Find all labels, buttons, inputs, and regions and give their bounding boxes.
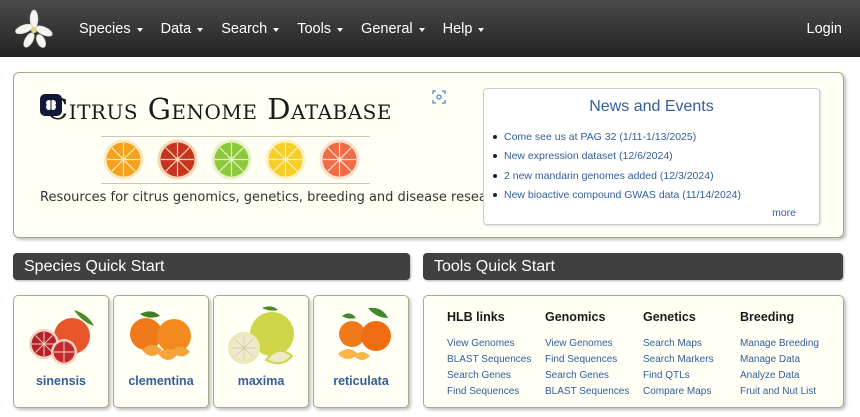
site-subtitle: Resources for citrus genomics, genetics,… <box>40 190 508 205</box>
tool-link[interactable]: Manage Data <box>740 351 819 367</box>
species-label: reticulata <box>333 374 389 388</box>
tool-link[interactable]: Search Genes <box>447 367 531 383</box>
citrus-fruit-row <box>103 139 360 180</box>
caret-down-icon <box>337 27 344 32</box>
clementine-image <box>122 304 200 370</box>
site-title: Citrus Genome Database <box>46 92 392 126</box>
tool-link[interactable]: View Genomes <box>447 335 531 351</box>
species-label: maxima <box>237 374 285 388</box>
tools-quick-start-header: Tools Quick Start <box>423 253 843 280</box>
news-item-text: 2 new mandarin genomes added (12/3/2024) <box>504 169 714 182</box>
caret-down-icon <box>197 27 204 32</box>
lemon-slice-icon <box>265 139 306 180</box>
nav-tools-label: Tools <box>297 20 332 37</box>
caret-down-icon <box>273 27 280 32</box>
tool-link[interactable]: Search Genes <box>545 367 629 383</box>
pomelo-image <box>222 304 300 370</box>
nav-tools[interactable]: Tools <box>288 0 352 57</box>
tool-link[interactable]: BLAST Sequences <box>447 351 531 367</box>
blood-orange-image <box>22 304 100 370</box>
tool-column-heading: Genomics <box>545 310 606 324</box>
news-item-text: New expression dataset (12/6/2024) <box>504 150 673 163</box>
lime-slice-icon <box>211 139 252 180</box>
news-more-link[interactable]: more <box>772 207 796 219</box>
tool-link[interactable]: Fruit and Nut List <box>740 383 819 399</box>
species-card-sinensis[interactable]: sinensis <box>13 295 109 408</box>
nav-search[interactable]: Search <box>212 0 288 57</box>
nav-menu: Species Data Search Tools General Help <box>70 0 493 57</box>
species-label: clementina <box>128 374 194 388</box>
mandarin-image <box>322 304 400 370</box>
nav-species[interactable]: Species <box>70 0 152 57</box>
tool-link[interactable]: Find Sequences <box>545 351 629 367</box>
nav-species-label: Species <box>79 20 131 37</box>
tool-link[interactable]: Analyze Data <box>740 367 819 383</box>
nav-help-label: Help <box>442 20 473 37</box>
news-list: Come see us at PAG 32 (1/11-1/13/2025) N… <box>493 127 741 205</box>
nav-data[interactable]: Data <box>152 0 213 57</box>
tool-column-genomics: Genomics View Genomes Find Sequences Sea… <box>545 306 629 399</box>
site-logo[interactable] <box>14 9 54 49</box>
species-quick-start-header: Species Quick Start <box>13 253 410 280</box>
news-item[interactable]: New expression dataset (12/6/2024) <box>493 147 741 167</box>
bullet-icon <box>493 193 497 198</box>
species-label: sinensis <box>35 374 87 388</box>
news-item[interactable]: New bioactive compound GWAS data (11/14/… <box>493 186 741 206</box>
news-title: News and Events <box>589 98 714 115</box>
orange-slice-icon <box>103 139 144 180</box>
bullet-icon <box>493 173 497 178</box>
caret-down-icon <box>418 27 425 32</box>
top-navbar: Species Data Search Tools General Help L… <box>0 0 860 57</box>
tool-link[interactable]: Manage Breeding <box>740 335 819 351</box>
tool-column-heading: Breeding <box>740 310 795 324</box>
tool-link[interactable]: Search Markers <box>643 351 714 367</box>
divider <box>101 136 370 137</box>
nav-general[interactable]: General <box>352 0 434 57</box>
news-item[interactable]: 2 new mandarin genomes added (12/3/2024) <box>493 166 741 186</box>
tool-link[interactable]: View Genomes <box>545 335 629 351</box>
nav-data-label: Data <box>160 20 192 37</box>
species-card-maxima[interactable]: maxima <box>213 295 309 408</box>
species-card-clementina[interactable]: clementina <box>113 295 209 408</box>
tool-column-breeding: Breeding Manage Breeding Manage Data Ana… <box>740 306 819 399</box>
tools-panel: HLB links View Genomes BLAST Sequences S… <box>423 295 844 408</box>
tool-column-heading: HLB links <box>447 310 505 324</box>
image-search-icon[interactable] <box>432 90 446 104</box>
bullet-icon <box>493 134 497 139</box>
login-link[interactable]: Login <box>807 0 842 57</box>
nav-search-label: Search <box>221 20 268 37</box>
grapefruit-slice-icon <box>319 139 360 180</box>
news-item[interactable]: Come see us at PAG 32 (1/11-1/13/2025) <box>493 127 741 147</box>
tool-column-heading: Genetics <box>643 310 696 324</box>
blood-orange-slice-icon <box>157 139 198 180</box>
tool-link[interactable]: Find Sequences <box>447 383 531 399</box>
tool-column-hlb: HLB links View Genomes BLAST Sequences S… <box>447 306 531 399</box>
tool-link[interactable]: BLAST Sequences <box>545 383 629 399</box>
tool-link[interactable]: Compare Maps <box>643 383 714 399</box>
tool-column-genetics: Genetics Search Maps Search Markers Find… <box>643 306 714 399</box>
news-item-text: Come see us at PAG 32 (1/11-1/13/2025) <box>504 130 697 143</box>
brain-icon[interactable] <box>40 94 62 116</box>
bullet-icon <box>493 154 497 159</box>
nav-help[interactable]: Help <box>434 0 494 57</box>
news-panel: News and Events Come see us at PAG 32 (1… <box>483 88 820 225</box>
news-item-text: New bioactive compound GWAS data (11/14/… <box>504 189 741 202</box>
divider <box>101 183 370 184</box>
species-card-reticulata[interactable]: reticulata <box>313 295 409 408</box>
caret-down-icon <box>478 27 485 32</box>
site-title-text: Citrus Genome Database <box>46 92 392 126</box>
tool-link[interactable]: Find QTLs <box>643 367 714 383</box>
caret-down-icon <box>136 27 143 32</box>
nav-general-label: General <box>361 20 413 37</box>
tool-link[interactable]: Search Maps <box>643 335 714 351</box>
